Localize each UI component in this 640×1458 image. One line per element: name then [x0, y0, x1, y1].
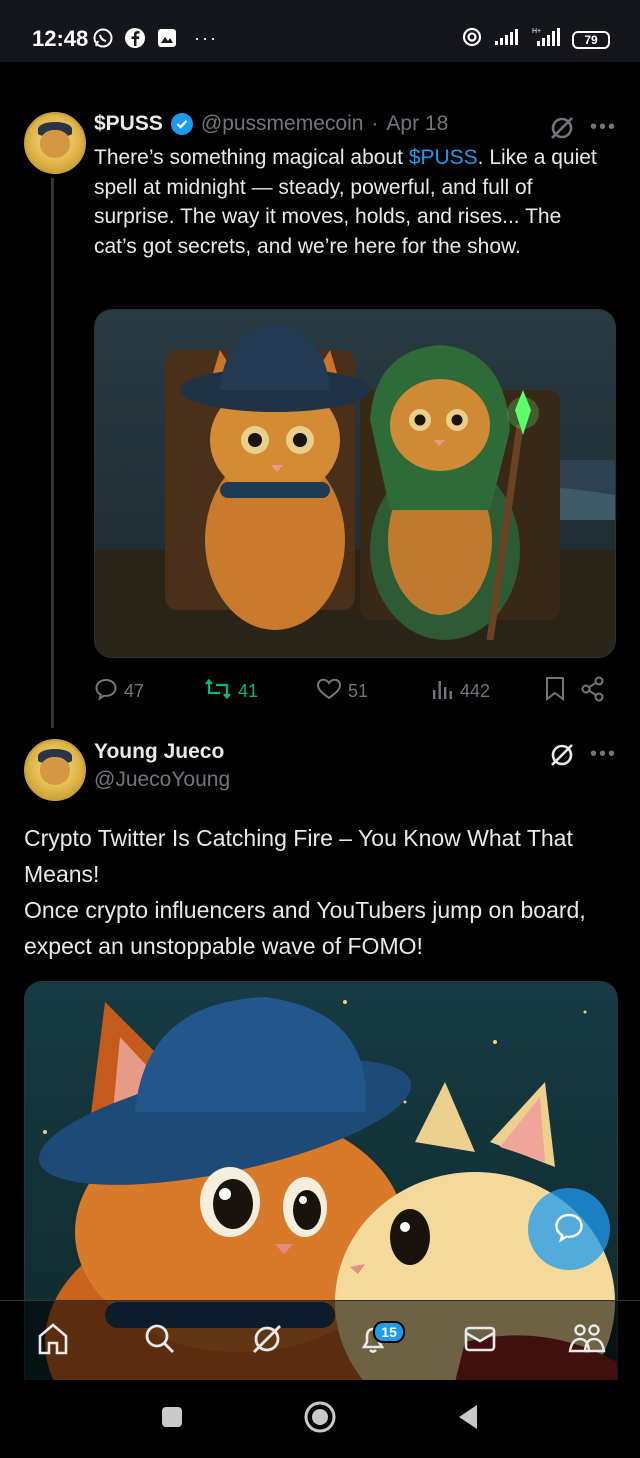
post-header: Young Jueco @JuecoYoung [94, 740, 230, 792]
status-system-icons: H+ 79 [460, 26, 610, 53]
thread-connector-line [51, 178, 54, 728]
repost-count: 41 [238, 680, 259, 701]
tab-messages[interactable] [450, 1311, 510, 1371]
bookmark-icon [544, 676, 566, 707]
status-more: ··· [194, 27, 218, 48]
analytics-icon [430, 677, 454, 706]
share-icon [580, 676, 606, 707]
share-button[interactable] [580, 676, 610, 707]
more-options-icon[interactable]: ••• [590, 743, 617, 766]
like-count: 51 [348, 680, 369, 701]
more-options-icon[interactable]: ••• [590, 116, 617, 139]
repost-button[interactable]: 41 [204, 677, 316, 706]
compose-plus-icon [552, 1210, 586, 1249]
avatar[interactable] [24, 112, 86, 174]
hotspot-icon [460, 26, 484, 53]
post-text-line: Crypto Twitter Is Catching Fire – You Kn… [24, 825, 573, 887]
signal-h-plus-icon: H+ [532, 26, 562, 53]
header-edge [0, 62, 640, 70]
search-icon [142, 1321, 178, 1362]
post-author-name[interactable]: Young Jueco [94, 740, 230, 764]
post-author-name[interactable]: $PUSS [94, 112, 163, 136]
avatar-cat-shape [40, 757, 70, 785]
home-icon [35, 1321, 71, 1362]
bookmark-button[interactable] [544, 676, 580, 707]
battery-indicator: 79 [572, 30, 610, 49]
gallery-icon [156, 27, 178, 49]
mail-icon [462, 1321, 498, 1362]
compose-button[interactable] [528, 1188, 610, 1270]
svg-text:H+: H+ [532, 28, 541, 35]
avatar-cat-shape [40, 130, 70, 158]
post-author-handle[interactable]: @pussmemecoin [201, 112, 364, 136]
post-author-handle[interactable]: @JuecoYoung [94, 768, 230, 792]
tab-search[interactable] [130, 1311, 190, 1371]
facebook-icon [124, 27, 146, 49]
post-body: There’s something magical about $PUSS. L… [94, 143, 604, 261]
whatsapp-icon [92, 27, 114, 49]
avatar[interactable] [24, 739, 86, 801]
post-text-part: There’s something magical about [94, 146, 409, 169]
system-navigation-bar [0, 1380, 640, 1458]
notification-count-badge: 15 [373, 1321, 405, 1343]
status-time: 12:48 [32, 26, 89, 51]
reply-button[interactable]: 47 [94, 677, 204, 706]
status-bar: 12:48 ··· H+ 79 [0, 0, 640, 62]
back-button[interactable] [455, 1402, 481, 1437]
signal-icon [494, 27, 522, 52]
like-button[interactable]: 51 [316, 677, 430, 706]
post-date[interactable]: Apr 18 [386, 112, 448, 136]
post-header: $PUSS @pussmemecoin · Apr 18 [94, 112, 448, 136]
grok-icon [249, 1321, 285, 1362]
post-image-wizard-cats[interactable] [94, 309, 616, 658]
post-date-separator: · [371, 112, 379, 135]
status-notification-icons: ··· [92, 27, 218, 49]
tab-grok[interactable] [237, 1311, 297, 1371]
post-body: Crypto Twitter Is Catching Fire – You Kn… [24, 820, 604, 964]
grok-icon[interactable] [548, 741, 576, 774]
verified-badge-icon [170, 113, 193, 135]
tab-communities[interactable] [557, 1311, 617, 1371]
post-actions: 47 41 51 442 [94, 676, 614, 706]
cashtag-link[interactable]: $PUSS [409, 146, 478, 169]
tab-home[interactable] [23, 1311, 83, 1371]
views-button[interactable]: 442 [430, 677, 544, 706]
bottom-tab-bar: 15 [0, 1300, 640, 1381]
tab-notifications[interactable]: 15 [343, 1311, 405, 1371]
reply-icon [94, 677, 118, 706]
communities-icon [567, 1321, 607, 1362]
post-text-line: Once crypto influencers and YouTubers ju… [24, 897, 586, 959]
repost-icon [204, 677, 232, 706]
recents-button[interactable] [159, 1404, 185, 1435]
views-count: 442 [460, 680, 491, 701]
reply-count: 47 [124, 680, 145, 701]
heart-icon [316, 677, 342, 706]
home-system-button[interactable] [302, 1399, 338, 1440]
